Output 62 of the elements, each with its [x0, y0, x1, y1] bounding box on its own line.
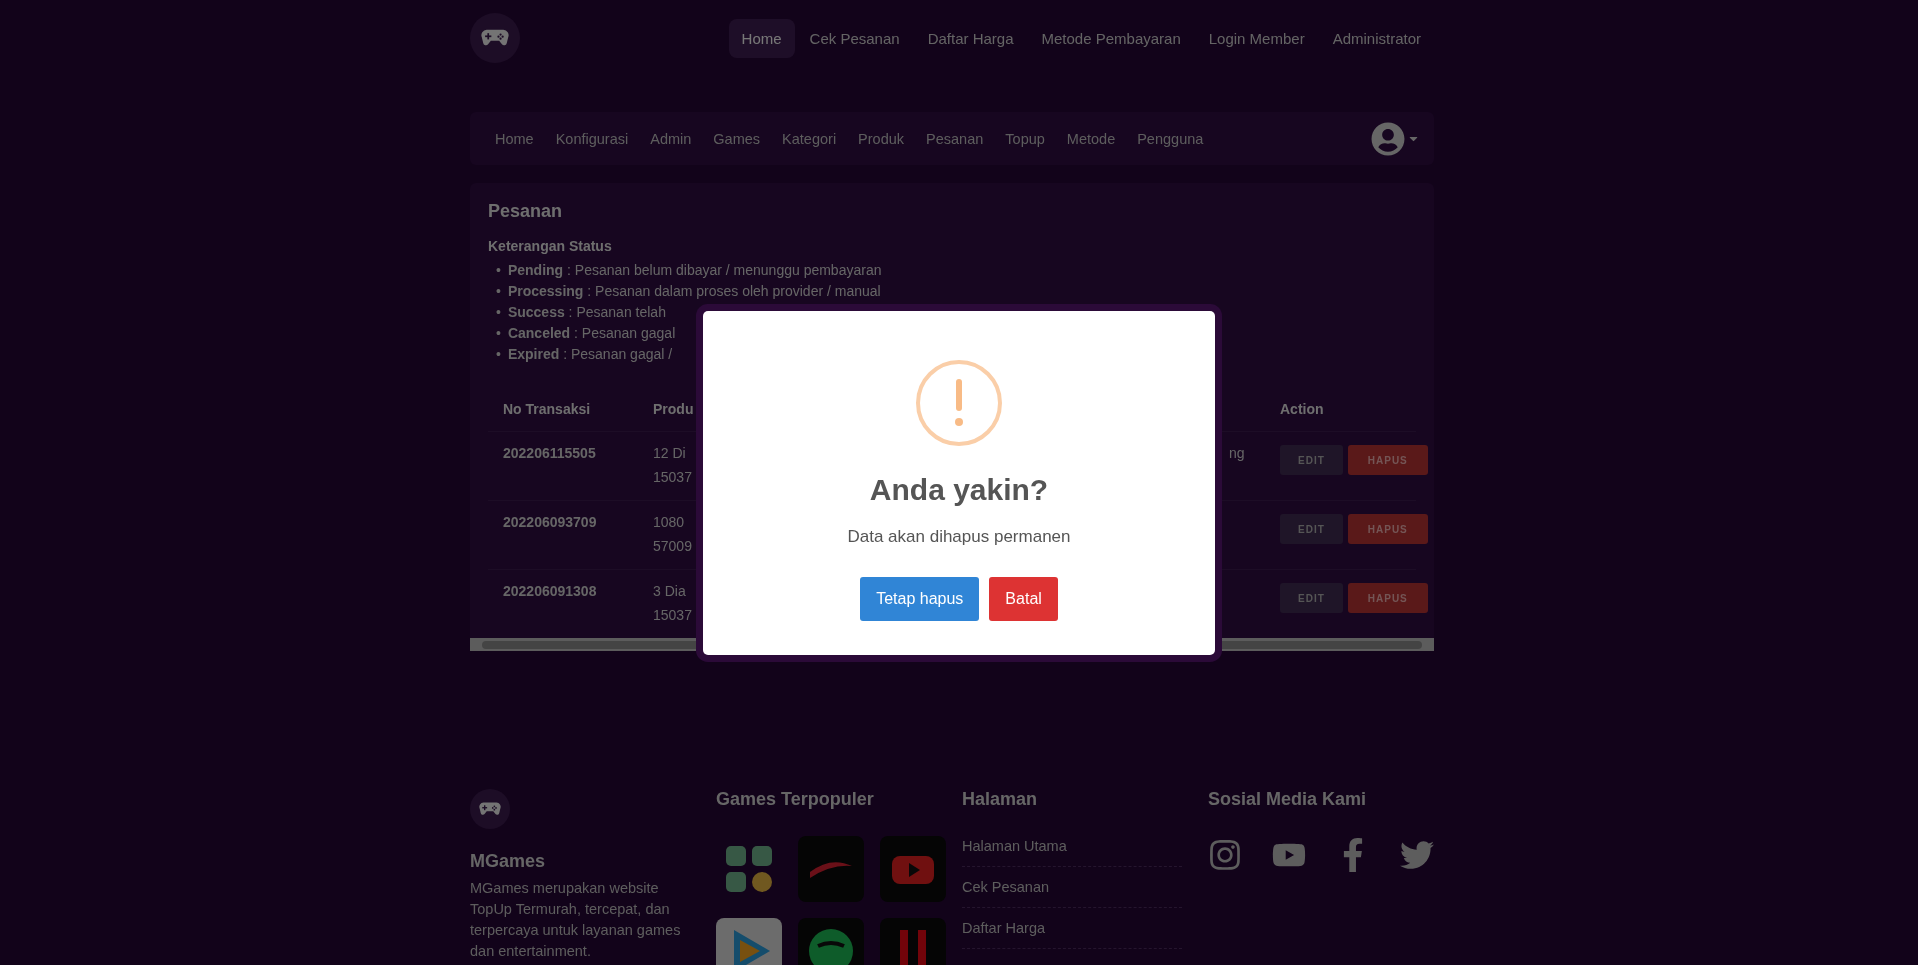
footer-link[interactable]: Cek Pesanan	[962, 867, 1182, 908]
gamepad-icon	[481, 29, 509, 47]
table-cell: 202206115505	[488, 431, 638, 500]
legend-item: Success : Pesanan telah	[507, 303, 666, 322]
warning-icon	[915, 358, 1003, 447]
delete-button[interactable]: HAPUS	[1347, 514, 1428, 544]
column-header: Action	[1279, 400, 1325, 419]
column-header: Produ	[652, 400, 695, 419]
admin-nav-link[interactable]: Produk	[847, 122, 916, 155]
list-bullet: •	[496, 303, 501, 322]
edit-button[interactable]: EDIT	[1280, 514, 1343, 544]
app-icon[interactable]	[880, 836, 946, 902]
brand-name: MGames	[470, 851, 547, 872]
confirm-button[interactable]: Tetap hapus	[860, 576, 980, 621]
section-title: Sosial Media Kami	[1208, 789, 1368, 810]
table-cell: 202206093709	[488, 500, 638, 569]
bird-icon[interactable]	[1400, 838, 1434, 872]
delete-button[interactable]: HAPUS	[1347, 445, 1428, 475]
nav-link[interactable]: Login Member	[1195, 18, 1318, 58]
section-title: Games Terpopuler	[716, 789, 875, 810]
list-bullet: •	[496, 282, 501, 301]
list-bullet: •	[496, 345, 501, 364]
admin-nav-link[interactable]: Pengguna	[1126, 122, 1215, 155]
delete-button[interactable]: HAPUS	[1347, 583, 1428, 613]
page-title: Pesanan	[488, 201, 564, 222]
admin-nav-link[interactable]: Games	[702, 122, 772, 155]
camera-icon[interactable]	[1208, 838, 1242, 872]
app-icon[interactable]	[716, 918, 782, 965]
brand-description: MGames merupakan website TopUp Termurah, tercepat, dan terpercaya untuk layanan games dan entertainment.	[470, 879, 682, 961]
avatar-icon[interactable]	[1371, 121, 1405, 156]
admin-nav-link[interactable]: Home	[484, 122, 545, 155]
admin-nav-link[interactable]: Admin	[639, 122, 703, 155]
admin-nav-link[interactable]: Kategori	[771, 122, 848, 155]
column-header: No Transaksi	[502, 400, 592, 419]
footer-link[interactable]: Halaman Utama	[962, 826, 1182, 867]
section-title: Halaman	[962, 789, 1039, 810]
nav-link[interactable]: Cek Pesanan	[796, 18, 913, 58]
legend-item: Processing : Pesanan dalam proses oleh provider / manual	[507, 282, 881, 301]
app-icon[interactable]	[880, 918, 946, 965]
list-bullet: •	[496, 324, 501, 343]
legend-item: Expired : Pesanan gagal /	[507, 345, 673, 364]
nav-link[interactable]: Metode Pembayaran	[1028, 18, 1194, 58]
legend-item: Pending : Pesanan belum dibayar / menunggu pembayaran	[507, 261, 882, 280]
admin-nav-link[interactable]: Konfigurasi	[544, 122, 640, 155]
gamepad-icon	[479, 802, 501, 816]
admin-nav-link[interactable]: Pesanan	[915, 122, 995, 155]
list-bullet: •	[496, 261, 501, 280]
app-icon[interactable]	[798, 836, 864, 902]
admin-nav-link[interactable]: Topup	[994, 122, 1056, 155]
nav-link[interactable]: Daftar Harga	[914, 18, 1027, 58]
logo[interactable]	[470, 13, 520, 63]
edit-button[interactable]: EDIT	[1280, 445, 1343, 475]
edit-button[interactable]: EDIT	[1280, 583, 1343, 613]
legend-title: Keterangan Status	[488, 238, 613, 254]
cancel-button[interactable]: Batal	[989, 576, 1058, 621]
nav-link[interactable]: Home	[728, 18, 795, 58]
nav-link[interactable]: Administrator	[1319, 18, 1434, 58]
legend-item: Canceled : Pesanan gagal	[507, 324, 676, 343]
admin-nav-link[interactable]: Metode	[1055, 122, 1127, 155]
dialog-message: Data akan dihapus permanen	[847, 526, 1071, 547]
app-icon[interactable]	[798, 918, 864, 965]
footer-link[interactable]: Daftar Harga	[962, 908, 1182, 949]
